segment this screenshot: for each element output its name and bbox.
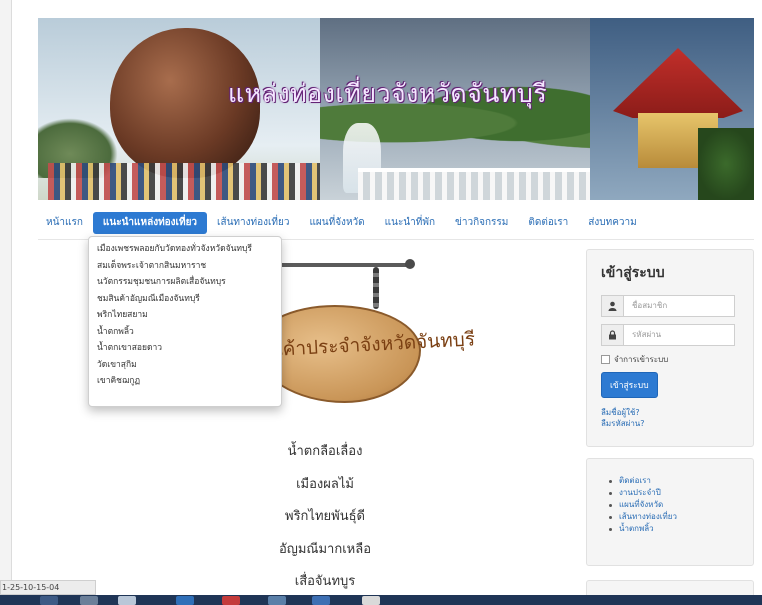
product-item: น้ำตกลือเลื่อง bbox=[287, 444, 363, 459]
nav-item-attractions[interactable]: แนะนำแหล่งท่องเที่ยว bbox=[92, 211, 208, 234]
bullet-icon bbox=[609, 515, 612, 519]
main-nav: หน้าแรก แนะนำแหล่งท่องเที่ยว เส้นทางท่อง… bbox=[38, 206, 754, 240]
quick-link[interactable]: น้ำตกพลิ้ว bbox=[609, 523, 739, 535]
quick-link-label: งานประจำปี bbox=[619, 488, 661, 497]
login-panel: เข้าสู่ระบบ ชื่อสมาชิก รหัสผ่าน จำการเข้… bbox=[586, 249, 754, 447]
dropdown-item[interactable]: เมืองเพชรพลอยกับวัดทองทั่วจังหวัดจันทบุร… bbox=[89, 241, 281, 258]
quick-link-label: น้ำตกพลิ้ว bbox=[619, 524, 654, 533]
product-item: อัญมณีมากเหลือ bbox=[278, 541, 372, 557]
forgot-password-link[interactable]: ลืมรหัสผ่าน? bbox=[601, 418, 739, 429]
dropdown-item[interactable]: เขาคิชฌกูฏ bbox=[89, 373, 281, 390]
product-item: เสื่อจันทบูร bbox=[294, 574, 356, 589]
nav-item-submit-article[interactable]: ส่งบทความ bbox=[578, 212, 646, 234]
taskbar-app-icon[interactable] bbox=[176, 596, 194, 605]
bullet-icon bbox=[609, 503, 612, 507]
taskbar-app-icon[interactable] bbox=[40, 596, 58, 605]
os-taskbar bbox=[0, 595, 762, 605]
remember-me-checkbox[interactable] bbox=[601, 355, 610, 364]
quick-link-label: แผนที่จังหวัด bbox=[619, 500, 664, 509]
quick-link[interactable]: ติดต่อเรา bbox=[609, 475, 739, 487]
username-field: ชื่อสมาชิก bbox=[601, 295, 739, 317]
dropdown-item[interactable]: ชมสินค้าอัญมณีเมืองจันทบุรี bbox=[89, 291, 281, 308]
banner-temple-trees bbox=[698, 128, 754, 200]
dropdown-item[interactable]: น้ำตกเขาสอยดาว bbox=[89, 340, 281, 357]
lock-icon-glyph bbox=[609, 330, 616, 340]
header-banner: แหล่งท่องเที่ยวจังหวัดจันทบุรี bbox=[38, 18, 754, 200]
remember-me-row: จำการเข้าระบบ bbox=[601, 353, 739, 366]
quick-link-label: ติดต่อเรา bbox=[619, 476, 651, 485]
taskbar-app-icon[interactable] bbox=[80, 596, 98, 605]
login-title: เข้าสู่ระบบ bbox=[601, 265, 665, 281]
remember-me-label: จำการเข้าระบบ bbox=[614, 355, 669, 364]
password-input[interactable]: รหัสผ่าน bbox=[623, 324, 735, 346]
nav-item-news[interactable]: ข่าวกิจกรรม bbox=[445, 212, 518, 234]
status-url-tag: 1-25-10-15-04 bbox=[0, 580, 96, 595]
banner-crowd-image bbox=[48, 163, 328, 200]
dropdown-item[interactable]: พริกไทยสยาม bbox=[89, 307, 281, 324]
bullet-icon bbox=[609, 479, 612, 483]
sign-hanging-bar bbox=[280, 263, 410, 267]
sign-chain bbox=[373, 267, 379, 309]
quick-link-label: เส้นทางท่องเที่ยว bbox=[619, 512, 677, 521]
dropdown-item[interactable]: สมเด็จพระเจ้าตากสินมหาราช bbox=[89, 258, 281, 275]
nav-item-contact[interactable]: ติดต่อเรา bbox=[518, 212, 578, 234]
username-input[interactable]: ชื่อสมาชิก bbox=[623, 295, 735, 317]
password-field: รหัสผ่าน bbox=[601, 324, 739, 346]
bullet-icon bbox=[609, 491, 612, 495]
taskbar-app-icon[interactable] bbox=[118, 596, 136, 605]
left-edge-scroll-region bbox=[0, 0, 12, 590]
nav-item-accommodation[interactable]: แนะนำที่พัก bbox=[375, 212, 445, 234]
page: แหล่งท่องเที่ยวจังหวัดจันทบุรี หน้าแรก แ… bbox=[0, 0, 762, 605]
sign-bar-finial bbox=[405, 259, 415, 269]
forgot-username-link[interactable]: ลืมชื่อผู้ใช้? bbox=[601, 407, 739, 418]
user-icon bbox=[601, 295, 623, 317]
nav-item-routes[interactable]: เส้นทางท่องเที่ยว bbox=[207, 212, 299, 234]
quick-link[interactable]: แผนที่จังหวัด bbox=[609, 499, 739, 511]
taskbar-app-icon[interactable] bbox=[268, 596, 286, 605]
attractions-dropdown-menu: เมืองเพชรพลอยกับวัดทองทั่วจังหวัดจันทบุร… bbox=[88, 236, 282, 407]
taskbar-app-icon[interactable] bbox=[312, 596, 330, 605]
quick-link[interactable]: งานประจำปี bbox=[609, 487, 739, 499]
dropdown-item[interactable]: น้ำตกพลิ้ว bbox=[89, 324, 281, 341]
user-icon-glyph bbox=[608, 301, 617, 311]
login-button[interactable]: เข้าสู่ระบบ bbox=[601, 372, 658, 398]
banner-title: แหล่งท่องเที่ยวจังหวัดจันทบุรี bbox=[228, 79, 548, 108]
lock-icon bbox=[601, 324, 623, 346]
taskbar-app-icon[interactable] bbox=[362, 596, 380, 605]
taskbar-app-icon[interactable] bbox=[222, 596, 240, 605]
quick-links-panel: ติดต่อเรา งานประจำปี แผนที่จังหวัด เส้นท… bbox=[586, 458, 754, 566]
product-list: น้ำตกลือเลื่อง เมืองผลไม้ พริกไทยพันธุ์ด… bbox=[230, 436, 420, 599]
quick-link[interactable]: เส้นทางท่องเที่ยว bbox=[609, 511, 739, 523]
nav-item-map[interactable]: แผนที่จังหวัด bbox=[299, 212, 374, 234]
dropdown-item[interactable]: วัดเขาสุกิม bbox=[89, 357, 281, 374]
product-item: พริกไทยพันธุ์ดี bbox=[285, 509, 365, 524]
product-item: เมืองผลไม้ bbox=[296, 476, 354, 492]
bullet-icon bbox=[609, 527, 612, 531]
dropdown-item[interactable]: นวัตกรรมชุมชนการผลิตเสื่อจันทบุร bbox=[89, 274, 281, 291]
nav-item-home[interactable]: หน้าแรก bbox=[38, 212, 93, 234]
